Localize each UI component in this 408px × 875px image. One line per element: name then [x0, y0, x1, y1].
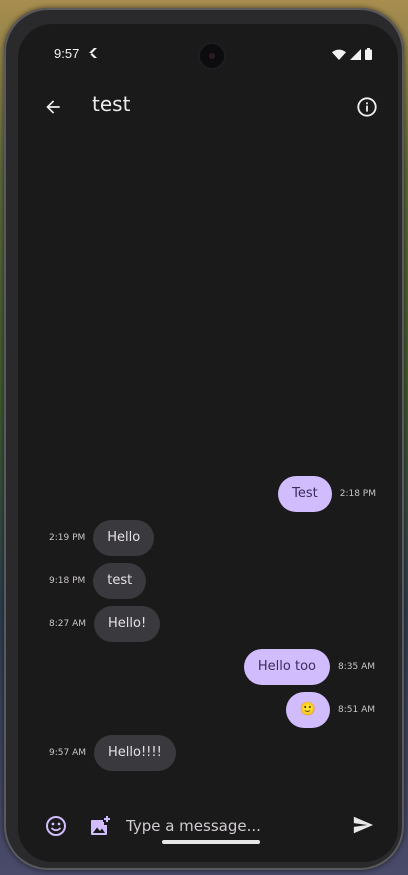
home-indicator[interactable] [162, 840, 260, 844]
front-camera [200, 44, 224, 68]
add-photo-icon [91, 816, 110, 835]
message-row: 2:19 PM Hello [49, 520, 155, 556]
wifi-icon [332, 49, 346, 60]
flutter-notification-icon [89, 48, 97, 58]
message-input[interactable] [126, 812, 326, 840]
message-row: Hello too 8:35 AM [243, 649, 375, 685]
message-timestamp: 2:19 PM [49, 533, 86, 543]
message-timestamp: 8:51 AM [338, 705, 375, 715]
message-timestamp: 8:35 AM [338, 662, 375, 672]
app-bar: test [18, 86, 398, 130]
status-bar: 9:57 [18, 24, 398, 70]
info-icon [357, 97, 377, 117]
emoji-button[interactable] [44, 814, 68, 838]
chat-screen: 9:57 test Test 2:18 PM 2:19 PM Hello 9:1… [18, 24, 398, 862]
message-row: 9:18 PM test [49, 563, 147, 599]
message-timestamp: 9:18 PM [49, 576, 86, 586]
message-row: 🙂 8:51 AM [285, 692, 375, 728]
message-timestamp: 8:27 AM [49, 619, 86, 629]
emoji-icon [46, 816, 66, 836]
message-row: 9:57 AM Hello!!!! [49, 735, 176, 771]
incoming-message-bubble[interactable]: Hello [93, 520, 155, 556]
message-row: Test 2:18 PM [278, 476, 376, 512]
outgoing-message-bubble[interactable]: Test [278, 476, 332, 512]
battery-icon [365, 48, 372, 60]
send-button[interactable] [352, 814, 376, 838]
outgoing-message-bubble[interactable]: Hello too [243, 649, 330, 685]
message-timestamp: 2:18 PM [339, 489, 376, 499]
status-icons [332, 48, 372, 60]
cell-signal-icon [350, 48, 361, 60]
incoming-message-bubble[interactable]: test [93, 563, 147, 599]
incoming-message-bubble[interactable]: Hello!!!! [94, 735, 176, 771]
outgoing-message-bubble[interactable]: 🙂 [285, 692, 330, 728]
status-time: 9:57 [54, 46, 80, 61]
message-timestamp: 9:57 AM [49, 748, 86, 758]
chat-title: test [92, 92, 131, 116]
incoming-message-bubble[interactable]: Hello! [94, 606, 161, 642]
phone-frame: 9:57 test Test 2:18 PM 2:19 PM Hello 9:1… [4, 8, 404, 870]
back-button[interactable] [40, 94, 66, 120]
add-image-button[interactable] [88, 814, 112, 838]
send-icon [353, 816, 374, 834]
message-row: 8:27 AM Hello! [49, 606, 161, 642]
arrow-back-icon [46, 100, 60, 114]
info-button[interactable] [354, 94, 380, 120]
